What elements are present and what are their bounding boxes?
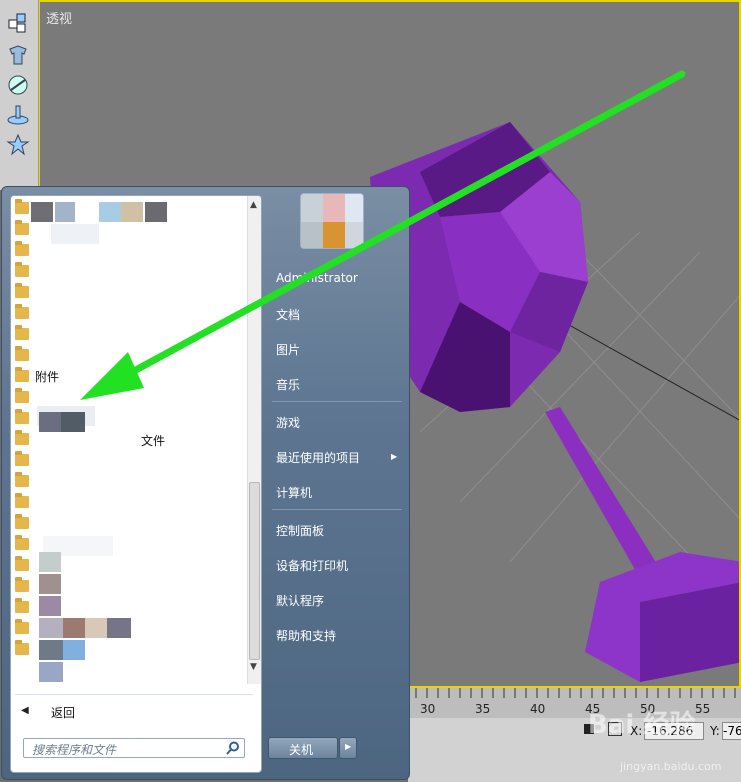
tick-label: 35	[475, 702, 491, 716]
folder-icon	[15, 535, 29, 550]
partial-label: 文件	[141, 434, 166, 448]
folder-icon	[15, 220, 29, 235]
program-folder-item[interactable]	[13, 303, 243, 324]
program-folder-item[interactable]	[13, 471, 243, 492]
watermark-logo: Bai 经验	[588, 710, 696, 740]
program-folder-item[interactable]	[13, 387, 243, 408]
folder-icon	[15, 577, 29, 592]
motion-icon[interactable]	[5, 102, 31, 128]
folder-icon	[15, 640, 29, 655]
folder-icon	[15, 283, 29, 298]
program-label: 附件	[35, 370, 60, 384]
recent-items-link[interactable]: 最近使用的项目	[276, 449, 360, 466]
modify-icon[interactable]	[5, 42, 31, 68]
user-picture[interactable]	[300, 193, 364, 249]
music-link[interactable]: 音乐	[276, 376, 300, 393]
tick-label: 40	[530, 702, 546, 716]
program-folder-item[interactable]	[13, 513, 243, 534]
submenu-arrow-icon: ▶	[391, 452, 398, 461]
folder-icon	[15, 304, 29, 319]
back-arrow-icon: ◀	[21, 705, 29, 716]
folder-icon	[15, 598, 29, 613]
folder-icon	[15, 199, 29, 214]
shutdown-label: 关机	[289, 743, 314, 757]
folder-icon	[15, 367, 29, 382]
help-support-link[interactable]: 帮助和支持	[276, 627, 336, 644]
program-folder-item[interactable]	[13, 219, 243, 240]
pictures-link[interactable]: 图片	[276, 341, 300, 358]
all-programs-pane: 附件 文件 ▲ ▼ ◀ 返回 搜索程序和文件	[10, 195, 262, 773]
default-programs-link[interactable]: 默认程序	[276, 592, 324, 609]
folder-icon	[15, 388, 29, 403]
folder-icon	[15, 346, 29, 361]
start-menu: 附件 文件 ▲ ▼ ◀ 返回 搜索程序和文件 Administrator 文档 …	[1, 186, 410, 780]
folder-icon	[15, 472, 29, 487]
watermark-url: jingyan.baidu.com	[620, 760, 722, 773]
user-name-link[interactable]: Administrator	[276, 271, 358, 285]
back-label: 返回	[51, 706, 76, 720]
program-folder-item[interactable]	[13, 450, 243, 471]
back-button[interactable]: ◀ 返回	[15, 702, 253, 722]
left-toolbar	[0, 0, 39, 190]
folder-icon	[15, 409, 29, 424]
games-link[interactable]: 游戏	[276, 414, 300, 431]
divider	[15, 694, 253, 695]
folder-icon	[15, 493, 29, 508]
program-folder-item[interactable]	[13, 261, 243, 282]
scroll-down-icon[interactable]: ▼	[250, 662, 257, 672]
program-list-scrollbar[interactable]: ▲ ▼	[247, 196, 261, 684]
y-coordinate-field[interactable]: -76	[722, 722, 741, 740]
devices-printers-link[interactable]: 设备和打印机	[276, 557, 348, 574]
documents-link[interactable]: 文档	[276, 306, 300, 323]
program-folder-item[interactable]	[13, 429, 243, 450]
program-folder-item[interactable]	[13, 345, 243, 366]
search-input[interactable]: 搜索程序和文件	[23, 738, 245, 758]
program-folder-item[interactable]	[13, 492, 243, 513]
scroll-thumb[interactable]	[249, 482, 260, 660]
folder-icon	[15, 241, 29, 256]
divider	[272, 401, 402, 402]
shutdown-options-button[interactable]: ▶	[339, 737, 357, 759]
control-panel-link[interactable]: 控制面板	[276, 522, 324, 539]
program-folder-item[interactable]	[13, 324, 243, 345]
shutdown-button[interactable]: 关机	[268, 737, 338, 759]
computer-link[interactable]: 计算机	[276, 484, 312, 501]
folder-icon	[15, 430, 29, 445]
tick-label: 30	[420, 702, 436, 716]
program-folder-item[interactable]	[13, 240, 243, 261]
utilities-icon[interactable]	[5, 132, 31, 158]
tick-label: 55	[695, 702, 711, 716]
scroll-up-icon[interactable]: ▲	[250, 200, 257, 210]
program-folder-item[interactable]: 附件	[13, 366, 243, 387]
folder-icon	[15, 262, 29, 277]
search-placeholder: 搜索程序和文件	[32, 743, 117, 757]
search-icon[interactable]	[226, 741, 240, 755]
folder-icon	[15, 619, 29, 634]
folder-icon	[15, 325, 29, 340]
folder-icon	[15, 451, 29, 466]
y-label: Y:	[710, 724, 720, 738]
divider	[272, 509, 402, 510]
folder-icon	[15, 556, 29, 571]
create-icon[interactable]	[5, 10, 31, 36]
hierarchy-icon[interactable]	[5, 72, 31, 98]
program-folder-item[interactable]	[13, 282, 243, 303]
folder-icon	[15, 514, 29, 529]
chevron-right-icon: ▶	[345, 742, 352, 751]
